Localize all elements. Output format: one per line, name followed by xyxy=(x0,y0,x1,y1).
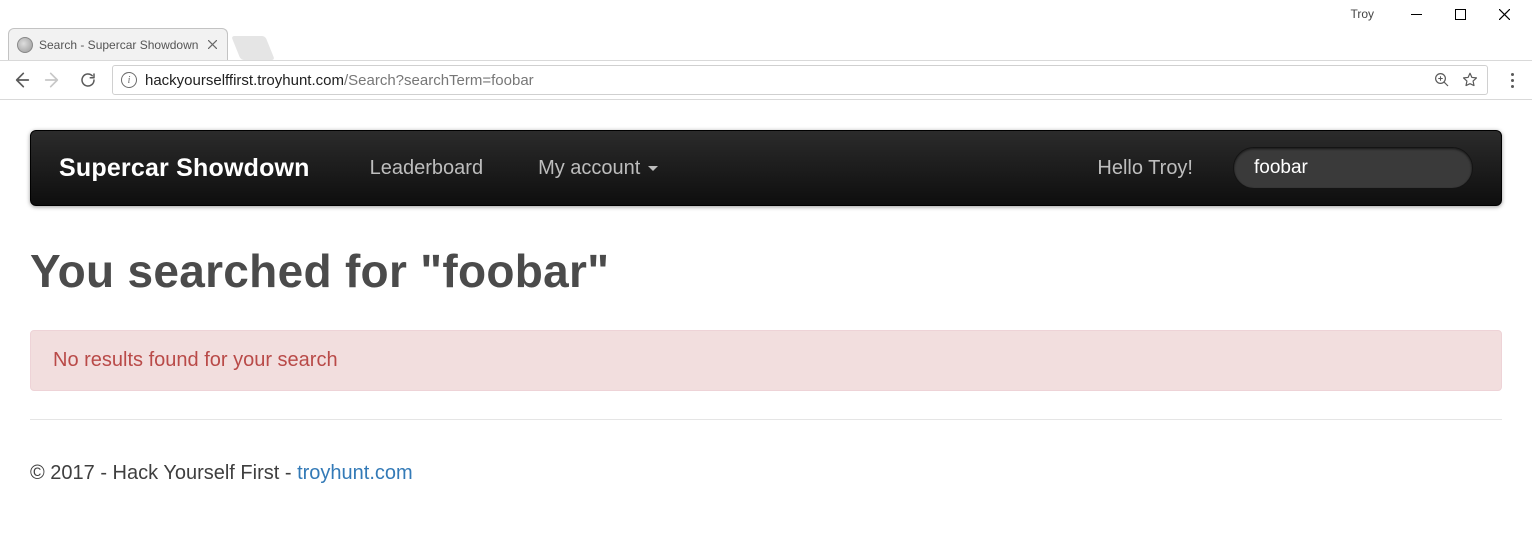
reload-icon xyxy=(79,71,97,89)
alert-text: No results found for your search xyxy=(53,349,338,371)
url-host: hackyourselffirst.troyhunt.com xyxy=(145,72,344,89)
tab-close-button[interactable] xyxy=(205,38,219,52)
minimize-icon xyxy=(1411,9,1422,20)
page-footer: © 2017 - Hack Yourself First - troyhunt.… xyxy=(30,462,1502,485)
nav-link-label: My account xyxy=(538,157,640,180)
nav-my-account[interactable]: My account xyxy=(538,157,658,180)
browser-tab-strip: Search - Supercar Showdown xyxy=(0,28,1532,60)
footer-link[interactable]: troyhunt.com xyxy=(297,462,413,484)
globe-icon xyxy=(17,37,33,53)
new-tab-button[interactable] xyxy=(231,36,275,60)
browser-tab-active[interactable]: Search - Supercar Showdown xyxy=(8,28,228,60)
maximize-icon xyxy=(1455,9,1466,20)
no-results-alert: No results found for your search xyxy=(30,330,1502,391)
nav-link-label: Leaderboard xyxy=(370,157,483,180)
bookmark-star-icon[interactable] xyxy=(1461,71,1479,89)
dot-icon xyxy=(1511,85,1514,88)
page-viewport: Supercar Showdown Leaderboard My account… xyxy=(0,100,1532,485)
browser-user-label[interactable]: Troy xyxy=(1350,7,1374,21)
url-text: hackyourselffirst.troyhunt.com/Search?se… xyxy=(145,72,1425,89)
forward-button[interactable] xyxy=(44,70,64,90)
arrow-right-icon xyxy=(44,70,64,90)
dot-icon xyxy=(1511,73,1514,76)
site-navbar: Supercar Showdown Leaderboard My account… xyxy=(30,130,1502,206)
close-icon xyxy=(1499,9,1510,20)
browser-toolbar: i hackyourselffirst.troyhunt.com/Search?… xyxy=(0,60,1532,100)
nav-greeting[interactable]: Hello Troy! xyxy=(1097,157,1193,180)
window-close-button[interactable] xyxy=(1482,0,1526,28)
address-bar[interactable]: i hackyourselffirst.troyhunt.com/Search?… xyxy=(112,65,1488,95)
dot-icon xyxy=(1511,79,1514,82)
url-path: /Search?searchTerm=foobar xyxy=(344,72,534,89)
window-maximize-button[interactable] xyxy=(1438,0,1482,28)
browser-menu-button[interactable] xyxy=(1502,73,1522,88)
caret-down-icon xyxy=(648,166,658,171)
back-button[interactable] xyxy=(10,70,30,90)
browser-titlebar: Troy xyxy=(0,0,1532,28)
window-minimize-button[interactable] xyxy=(1394,0,1438,28)
page-heading: You searched for "foobar" xyxy=(30,244,1502,298)
reload-button[interactable] xyxy=(78,70,98,90)
omnibox-actions xyxy=(1433,71,1479,89)
close-icon xyxy=(208,40,217,49)
nav-leaderboard[interactable]: Leaderboard xyxy=(370,157,483,180)
zoom-icon[interactable] xyxy=(1433,71,1451,89)
footer-text: © 2017 - Hack Yourself First - xyxy=(30,462,297,484)
brand-link[interactable]: Supercar Showdown xyxy=(59,154,310,183)
site-info-icon[interactable]: i xyxy=(121,72,137,88)
tab-title: Search - Supercar Showdown xyxy=(39,38,199,52)
site-search-input[interactable] xyxy=(1233,147,1473,189)
divider xyxy=(30,419,1502,420)
arrow-left-icon xyxy=(10,70,30,90)
